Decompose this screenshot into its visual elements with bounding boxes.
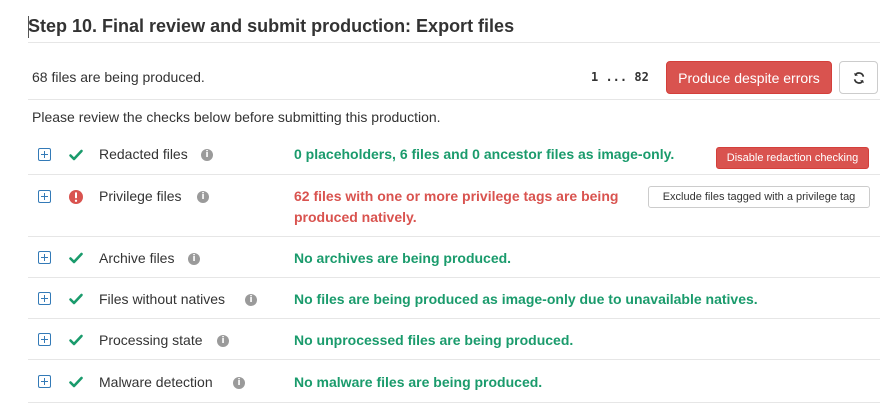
check-row-files-without-natives: Files without natives i No files are bei… [28,277,880,319]
check-message: No unprocessed files are being produced. [294,332,574,348]
check-icon [68,291,84,307]
check-message: 0 placeholders, 6 files and 0 ancestor f… [294,146,675,162]
check-row-processing-state: Processing state i No unprocessed files … [28,318,880,360]
info-icon[interactable]: i [217,335,229,347]
check-icon [68,374,84,390]
info-icon[interactable]: i [201,149,213,161]
check-message: 62 files with one or more privilege tags… [294,188,619,225]
expand-plus-icon[interactable] [38,251,51,264]
page-title: Step 10. Final review and submit product… [28,16,515,36]
check-label: Malware detection [99,374,213,390]
check-row-archive-files: Archive files i No archives are being pr… [28,236,880,278]
check-message: No archives are being produced. [294,250,512,266]
check-row-redacted-files: Redacted files i 0 placeholders, 6 files… [28,134,880,175]
page-header: Step 10. Final review and submit product… [28,12,880,43]
expand-plus-icon[interactable] [38,292,51,305]
check-row-privilege-files: Privilege files i 62 files with one or m… [28,174,880,237]
expand-plus-icon[interactable] [38,190,51,203]
check-icon [68,147,84,163]
produce-despite-errors-button[interactable]: Produce despite errors [666,61,832,94]
check-label: Files without natives [99,291,226,307]
exclude-privileged-files-button[interactable]: Exclude files tagged with a privilege ta… [648,186,870,208]
check-label: Processing state [99,332,203,348]
info-icon[interactable]: i [188,253,200,265]
check-label: Archive files [99,250,175,266]
check-label: Privilege files [99,188,182,204]
check-row-malware-detection: Malware detection i No malware files are… [28,359,880,403]
check-icon [68,250,84,266]
info-icon[interactable]: i [245,294,257,306]
check-icon [68,332,84,348]
info-icon[interactable]: i [197,191,209,203]
check-label: Redacted files [99,146,188,162]
info-icon[interactable]: i [233,377,245,389]
files-count-text: 68 files are being produced. [32,69,205,85]
disable-redaction-checking-button[interactable]: Disable redaction checking [716,147,869,169]
refresh-button[interactable] [839,61,878,94]
production-summary: 68 files are being produced. 1 ... 82 Pr… [28,56,880,100]
expand-plus-icon[interactable] [38,148,51,161]
expand-plus-icon[interactable] [38,333,51,346]
expand-plus-icon[interactable] [38,375,51,388]
error-icon [68,189,84,205]
page-range: 1 ... 82 [591,70,649,84]
refresh-icon [853,71,864,84]
check-message: No malware files are being produced. [294,374,543,390]
check-message: No files are being produced as image-onl… [294,291,758,307]
review-instructions: Please review the checks below before su… [32,109,441,125]
